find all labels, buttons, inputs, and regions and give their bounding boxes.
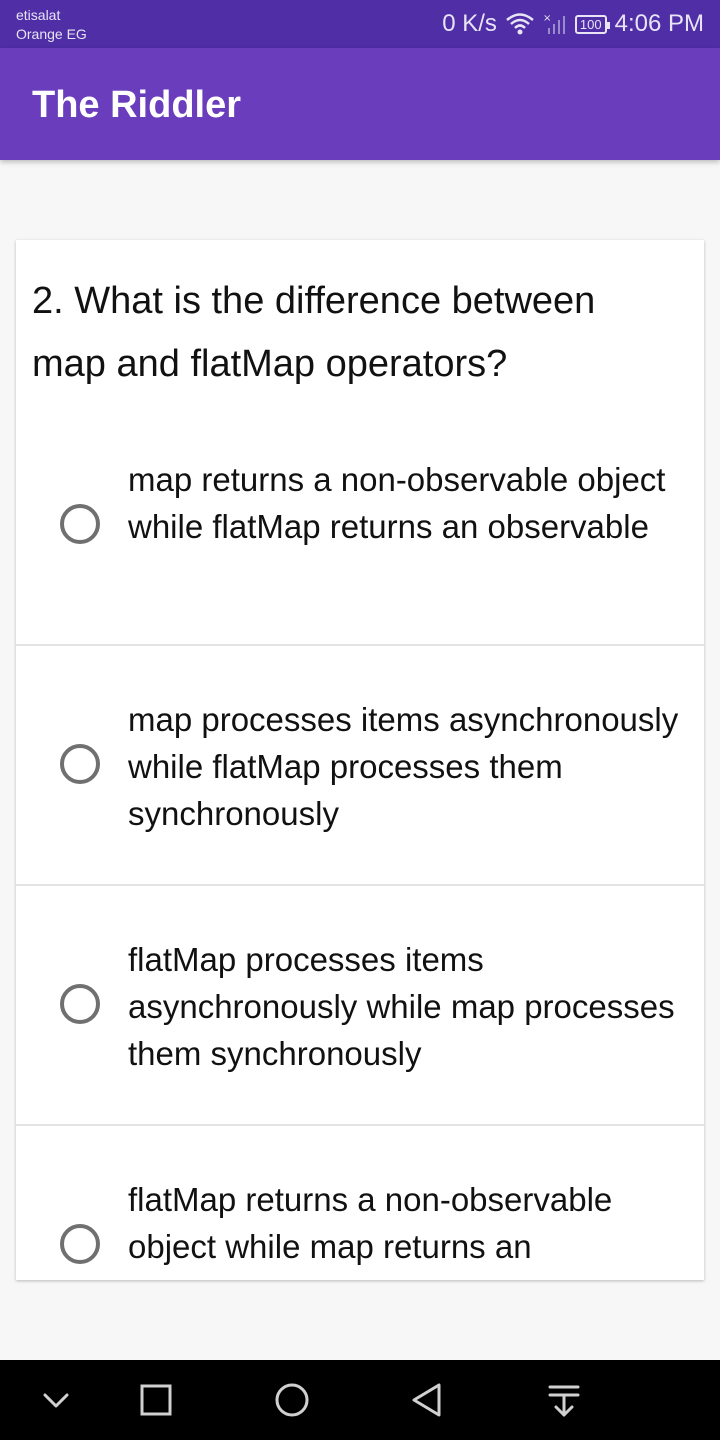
home-icon[interactable] — [270, 1378, 314, 1422]
navigation-bar — [0, 1360, 720, 1440]
radio-button[interactable] — [60, 1224, 100, 1264]
option-label: map processes items asynchronously while… — [128, 701, 679, 832]
wifi-icon — [505, 12, 535, 36]
option-4[interactable]: flatMap returns a non-observable object … — [16, 1124, 704, 1280]
carrier-network: Orange EG — [16, 26, 87, 42]
hide-nav-icon[interactable] — [34, 1378, 78, 1422]
recents-icon[interactable] — [134, 1378, 178, 1422]
back-icon[interactable] — [406, 1378, 450, 1422]
signal-icon: × — [543, 12, 567, 36]
question-text: 2. What is the difference between map an… — [32, 280, 596, 385]
battery-icon: 100 — [574, 14, 610, 34]
option-1[interactable]: map returns a non-observable object whil… — [16, 404, 704, 644]
status-indicators: 0 K/s × 100 4:06 PM — [442, 10, 704, 38]
option-label: flatMap returns a non-observable object … — [128, 1181, 613, 1280]
app-bar: The Riddler — [0, 48, 720, 160]
option-3[interactable]: flatMap processes items asynchronously w… — [16, 884, 704, 1124]
network-speed: 0 K/s — [442, 10, 497, 37]
clock: 4:06 PM — [614, 10, 704, 37]
radio-button[interactable] — [60, 504, 100, 544]
carrier-info: etisalat Orange EG — [16, 6, 87, 44]
question-card: 2. What is the difference between map an… — [16, 240, 704, 1280]
option-label: flatMap processes items asynchronously w… — [128, 941, 675, 1072]
radio-button[interactable] — [60, 984, 100, 1024]
status-bar: etisalat Orange EG 0 K/s × 100 4:06 PM — [0, 0, 720, 48]
svg-text:×: × — [543, 13, 551, 24]
radio-button[interactable] — [60, 744, 100, 784]
carrier-name: etisalat — [16, 7, 61, 23]
option-2[interactable]: map processes items asynchronously while… — [16, 644, 704, 884]
app-title: The Riddler — [32, 84, 242, 126]
notifications-pull-icon[interactable] — [542, 1378, 586, 1422]
option-label: map returns a non-observable object whil… — [128, 461, 666, 545]
